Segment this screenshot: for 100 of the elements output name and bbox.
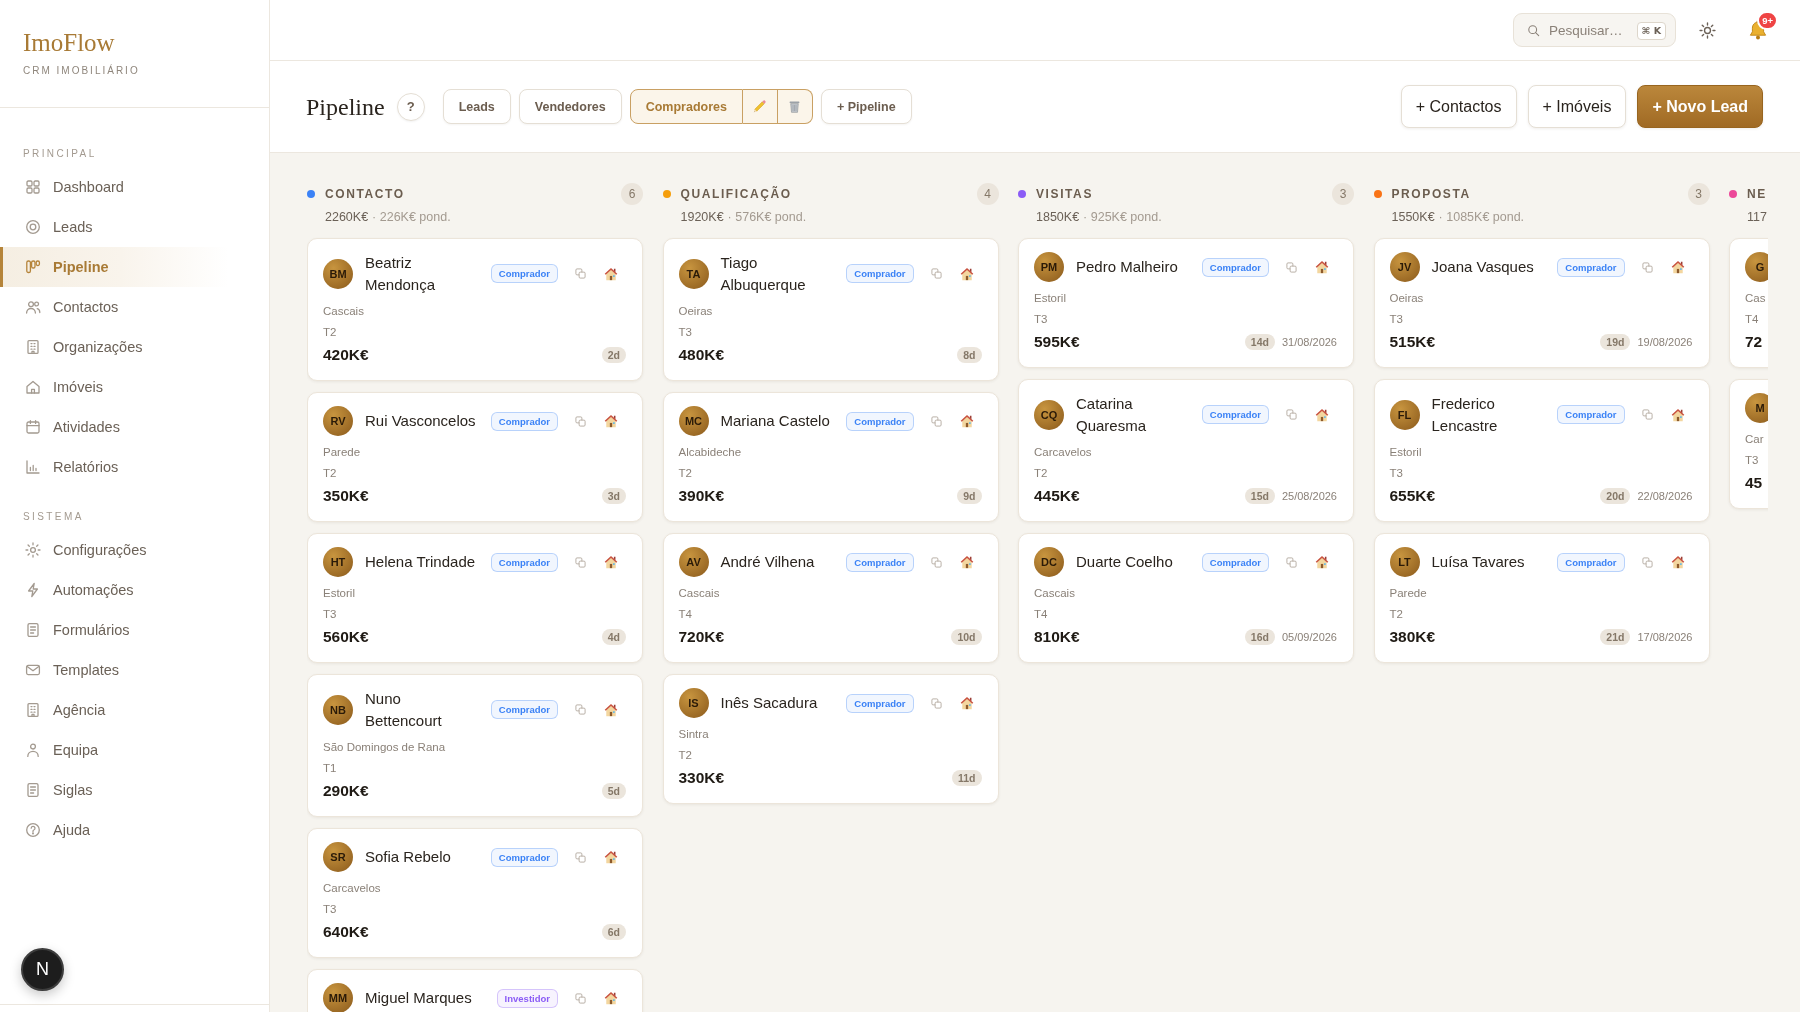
- lead-date: 31/08/2026: [1281, 336, 1337, 348]
- house-icon[interactable]: [604, 991, 618, 1005]
- lead-card[interactable]: MM Miguel Marques Investidor: [307, 969, 643, 1012]
- role-tag: Comprador: [1201, 552, 1269, 572]
- nav-item[interactable]: Automações: [0, 570, 269, 610]
- house-icon[interactable]: [1315, 555, 1329, 569]
- nav-item[interactable]: Leads: [0, 207, 269, 247]
- app-tagline: CRM IMOBILIÁRIO: [23, 65, 140, 77]
- lead-card[interactable]: G Cas T4 72: [1729, 238, 1768, 368]
- house-icon[interactable]: [604, 266, 618, 281]
- pipeline-tab[interactable]: Leads: [442, 89, 511, 124]
- house-icon[interactable]: [604, 414, 618, 428]
- lead-price: 420K€: [323, 346, 369, 364]
- property-type: T4: [1745, 313, 1759, 325]
- lead-location: Carcavelos: [1034, 446, 1092, 458]
- lead-card[interactable]: JV Joana Vasques Comprador Oeiras T3 515K€ 19d 19/08/2026: [1373, 238, 1710, 368]
- edit-button[interactable]: [742, 89, 778, 124]
- lead-card[interactable]: HT Helena Trindade Comprador Estoril T3 560K€ 4d: [307, 533, 643, 663]
- role-tag: Comprador: [490, 411, 558, 431]
- count-badge: 4: [976, 183, 999, 205]
- nav-item[interactable]: Ajuda: [0, 810, 269, 850]
- house-icon[interactable]: [1670, 260, 1685, 274]
- house-icon: [25, 379, 41, 395]
- lead-price: 290K€: [323, 782, 369, 800]
- dashboard-icon: [25, 179, 41, 195]
- nav-item[interactable]: Configurações: [0, 530, 269, 570]
- lead-card[interactable]: AV André Vilhena Comprador Cascais T4 720K€ 10d: [662, 533, 999, 663]
- avatar: SR: [323, 842, 353, 872]
- lead-card[interactable]: M Car T3 45: [1729, 379, 1768, 509]
- house-icon[interactable]: [959, 696, 974, 710]
- lead-location: Oeiras: [1389, 292, 1424, 304]
- lead-card[interactable]: MC Mariana Castelo Comprador Alcabideche T2 390K€ 9d: [662, 392, 999, 522]
- house-icon[interactable]: [1315, 260, 1329, 274]
- kanban-icon: [25, 259, 41, 275]
- section-heading: SISTEMA: [23, 510, 84, 524]
- avatar: HT: [323, 547, 353, 577]
- weighted-total: · 1085K€ pond.: [1438, 209, 1525, 225]
- new-lead-button[interactable]: + Novo Lead: [1637, 85, 1763, 128]
- property-type: T2: [323, 467, 337, 479]
- nav-item[interactable]: Equipa: [0, 730, 269, 770]
- house-icon[interactable]: [604, 555, 618, 569]
- role-tag: Comprador: [846, 552, 914, 572]
- age-badge: 16d: [1244, 629, 1275, 645]
- add-button[interactable]: + Contactos: [1400, 85, 1517, 128]
- dev-tools-button[interactable]: N: [21, 948, 64, 991]
- avatar: FL: [1389, 399, 1420, 430]
- document-icon: [25, 622, 41, 638]
- house-icon[interactable]: [1315, 407, 1329, 422]
- avatar: MC: [678, 406, 709, 436]
- nav-item[interactable]: Imóveis: [0, 367, 269, 407]
- lead-card[interactable]: CQ Catarina Quaresma Comprador Carcavelos T2 445K€ 15d 25/08/2026: [1018, 379, 1354, 522]
- sun-icon[interactable]: [1699, 21, 1716, 39]
- lead-location: Alcabideche: [678, 446, 742, 458]
- add-pipeline-button[interactable]: + Pipeline: [820, 89, 912, 124]
- nav-item[interactable]: Formulários: [0, 610, 269, 650]
- lead-name: Inês Sacadura: [720, 693, 818, 714]
- nav-item[interactable]: Relatórios: [0, 447, 269, 487]
- lead-card[interactable]: RV Rui Vasconcelos Comprador Parede T2 350K€ 3d: [307, 392, 643, 522]
- house-icon[interactable]: [1670, 407, 1685, 422]
- house-icon[interactable]: [604, 850, 618, 864]
- house-icon[interactable]: [604, 702, 618, 717]
- nav-item[interactable]: Templates: [0, 650, 269, 690]
- avatar: M: [1745, 393, 1768, 423]
- lead-card[interactable]: FL Frederico Lencastre Comprador Estoril T3 655K€ 20d 22/08/2026: [1373, 379, 1710, 522]
- house-icon[interactable]: [959, 414, 974, 428]
- house-icon[interactable]: [1670, 555, 1685, 569]
- pipeline-tab[interactable]: Vendedores: [518, 89, 622, 124]
- help-icon: [25, 822, 41, 838]
- section-heading: PRINCIPAL: [23, 147, 97, 161]
- document-icon: [25, 782, 41, 798]
- avatar: TA: [678, 258, 709, 289]
- nav-item[interactable]: Siglas: [0, 770, 269, 810]
- lead-card[interactable]: DC Duarte Coelho Comprador Cascais T4 810K€ 16d 05/09/2026: [1018, 533, 1354, 663]
- lead-card[interactable]: LT Luísa Tavares Comprador Parede T2 380K€ 21d 17/08/2026: [1373, 533, 1710, 663]
- delete-button[interactable]: [777, 89, 813, 124]
- nav-item[interactable]: Dashboard: [0, 167, 269, 207]
- lead-name: Helena Trindade: [365, 552, 476, 573]
- count-badge: 3: [1332, 183, 1354, 205]
- avatar: IS: [678, 688, 709, 718]
- lead-card[interactable]: PM Pedro Malheiro Comprador Estoril T3 595K€ 14d 31/08/2026: [1018, 238, 1354, 368]
- lead-card[interactable]: IS Inês Sacadura Comprador Sintra T2 330K€ 11d: [662, 674, 999, 804]
- add-button[interactable]: + Imóveis: [1527, 85, 1627, 128]
- app-logo: ImoFlow: [23, 28, 115, 58]
- house-icon[interactable]: [959, 555, 974, 569]
- lead-price: 810K€: [1034, 628, 1080, 646]
- property-type: T2: [323, 326, 337, 338]
- help-button[interactable]: ?: [396, 92, 425, 121]
- lead-card[interactable]: TA Tiago Albuquerque Comprador Oeiras T3 480K€ 8d: [662, 238, 999, 381]
- nav-item[interactable]: Organizações: [0, 327, 269, 367]
- lead-card[interactable]: SR Sofia Rebelo Comprador Carcavelos T3 640K€ 6d: [307, 828, 643, 958]
- nav-item[interactable]: Agência: [0, 690, 269, 730]
- lead-name: Mariana Castelo: [720, 411, 830, 432]
- nav-item[interactable]: Contactos: [0, 287, 269, 327]
- avatar: RV: [323, 406, 353, 436]
- lead-card[interactable]: NB Nuno Bettencourt Comprador São Domingos de Rana T1 290K€ 5d: [307, 674, 643, 817]
- column-total: 1920K€: [680, 209, 724, 225]
- house-icon[interactable]: [959, 266, 974, 281]
- lead-card[interactable]: BM Beatriz Mendonça Comprador Cascais T2 420K€ 2d: [307, 238, 643, 381]
- nav-item[interactable]: Atividades: [0, 407, 269, 447]
- pipeline-tab[interactable]: Compradores: [629, 89, 743, 124]
